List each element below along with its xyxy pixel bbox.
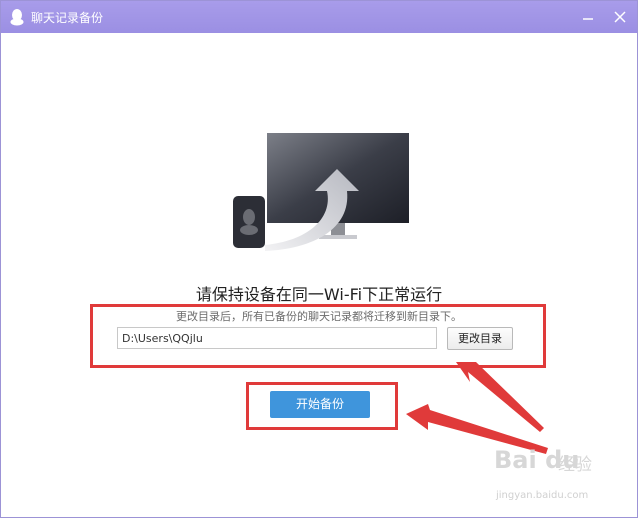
- window-title: 聊天记录备份: [31, 11, 104, 25]
- phone-to-monitor-transfer-icon: [233, 133, 409, 251]
- page-heading: 请保持设备在同一Wi-Fi下正常运行: [195, 285, 443, 304]
- watermark-sub: 经验: [558, 455, 592, 475]
- baidu-watermark: Bai du 经验 jingyan.baidu.com: [494, 446, 606, 512]
- highlight-box-directory: [90, 304, 546, 368]
- watermark-url: jingyan.baidu.com: [496, 490, 589, 501]
- title-bar[interactable]: 聊天记录备份: [1, 1, 637, 33]
- close-button[interactable]: [605, 3, 635, 31]
- backup-window: 聊天记录备份 请保持设备在同一Wi-Fi下正常运行 更改目录后，所有已备份的聊天…: [0, 0, 638, 518]
- minimize-icon: [583, 18, 593, 20]
- close-icon: [614, 11, 626, 23]
- qq-penguin-icon: [10, 9, 24, 26]
- minimize-button[interactable]: [573, 3, 603, 31]
- highlight-box-start: [246, 382, 398, 430]
